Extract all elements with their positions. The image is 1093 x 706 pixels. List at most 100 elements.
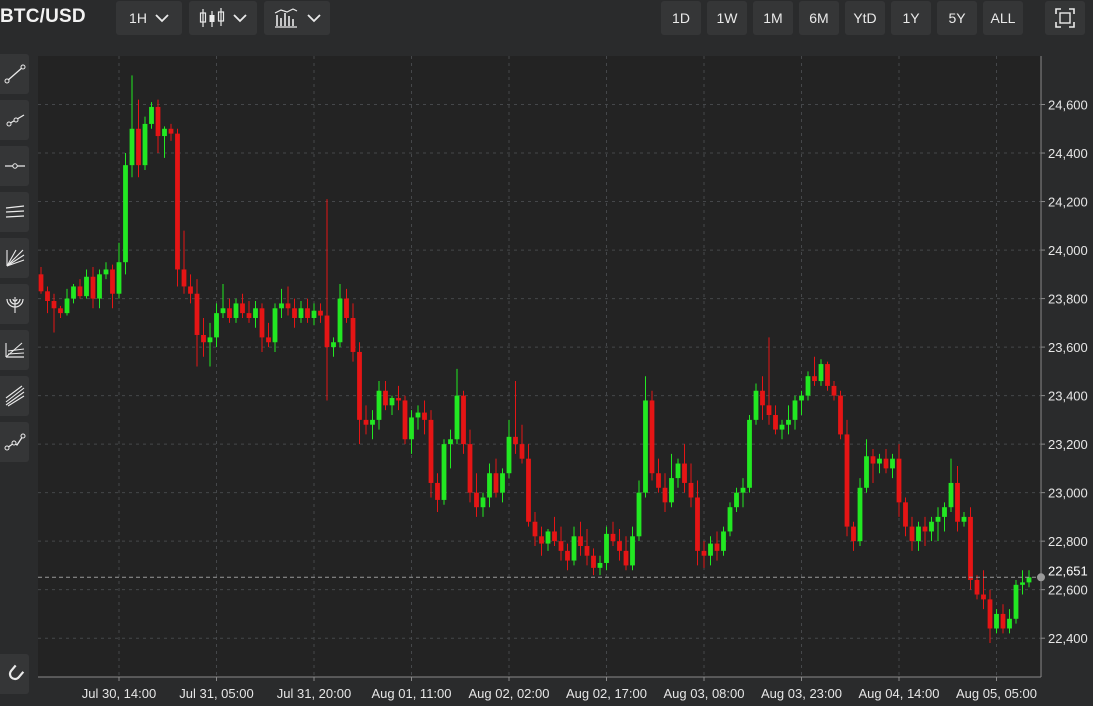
candle-body <box>532 521 538 537</box>
candle <box>747 415 752 493</box>
candle-body <box>467 444 473 493</box>
candle-body <box>428 419 434 483</box>
indicators-dropdown[interactable] <box>264 1 330 35</box>
candle-body <box>337 298 343 343</box>
candle-body <box>552 531 557 542</box>
candle-body <box>727 507 733 532</box>
range-1d-button[interactable]: 1D <box>661 1 701 35</box>
candle-body <box>194 293 200 335</box>
tool-pitchfork[interactable] <box>0 376 29 416</box>
fullscreen-button[interactable] <box>1045 1 1085 35</box>
candle-body <box>656 473 661 488</box>
y-tick-label: 24,200 <box>1048 195 1088 210</box>
range-1m-button[interactable]: 1M <box>753 1 793 35</box>
candle-body <box>279 303 284 309</box>
tool-ray[interactable] <box>0 100 29 140</box>
candle-body <box>357 351 362 420</box>
candle-body <box>45 291 50 302</box>
x-tick-label: Aug 05, 05:00 <box>956 686 1037 701</box>
chevron-down-icon <box>233 13 247 22</box>
horizontal-line-icon <box>4 163 25 169</box>
candle-body <box>786 419 791 425</box>
candle-body <box>103 269 109 275</box>
candle-body <box>831 385 837 396</box>
candlestick-chart[interactable]: 22,400 22,600 22,800 23,000 23,200 23,400 23,6… <box>38 44 1093 701</box>
candle-body <box>896 458 902 503</box>
candle-body <box>903 502 908 527</box>
x-tick-label: Aug 01, 11:00 <box>372 686 452 701</box>
candle-body <box>1000 613 1006 629</box>
candle-body <box>636 492 642 537</box>
candle-body <box>162 128 167 137</box>
tool-polyline[interactable] <box>0 422 29 462</box>
candle-body <box>708 543 713 556</box>
candle-body <box>454 395 460 440</box>
candle <box>844 419 850 537</box>
candle-body <box>383 390 388 406</box>
fibonacci-icon <box>4 342 24 358</box>
candle-body <box>474 492 479 508</box>
fan-icon <box>5 249 24 267</box>
x-tick-label: Aug 02, 02:00 <box>469 686 550 701</box>
chart-type-dropdown[interactable] <box>189 1 257 35</box>
ray-icon <box>6 114 24 127</box>
tool-horizontal-line[interactable] <box>0 146 29 186</box>
candle-body <box>799 395 804 401</box>
candle <box>402 395 408 445</box>
y-tick-label: 24,400 <box>1048 146 1088 161</box>
candle-body <box>987 599 993 629</box>
candle-body <box>240 303 245 314</box>
trend-line-icon <box>4 64 25 84</box>
candle-body <box>506 436 512 474</box>
candle-body <box>253 308 258 318</box>
candle-body <box>851 526 856 542</box>
tool-arc[interactable] <box>0 284 29 324</box>
candle-body <box>97 274 102 299</box>
candle-body <box>1020 582 1025 585</box>
candle-body <box>818 364 824 382</box>
candle-body <box>305 308 310 318</box>
candle-body <box>331 342 336 348</box>
candle-body <box>981 594 986 600</box>
candle-body <box>877 458 882 464</box>
candle-body <box>623 550 629 566</box>
tool-parallel-channel[interactable] <box>0 192 29 232</box>
candle-body <box>604 533 609 563</box>
tool-fan[interactable] <box>0 238 29 278</box>
candle-body <box>922 526 928 532</box>
candle-body <box>324 315 330 348</box>
candle-body <box>376 390 382 420</box>
range-1y-button[interactable]: 1Y <box>891 1 931 35</box>
range-ytd-button[interactable]: YtD <box>845 1 885 35</box>
range-5y-button[interactable]: 5Y <box>937 1 977 35</box>
y-tick-label: 23,600 <box>1048 340 1088 355</box>
candle-body <box>441 444 447 500</box>
candle-body <box>916 526 921 542</box>
candle-body <box>201 334 206 343</box>
fullscreen-icon <box>1055 8 1075 28</box>
y-tick-label: 22,400 <box>1048 631 1088 646</box>
polyline-icon <box>4 433 25 451</box>
candle-body <box>545 531 551 544</box>
candle-body <box>994 613 999 629</box>
price-chart[interactable]: 22,400 22,600 22,800 23,000 23,200 23,400 23,6… <box>38 44 1093 701</box>
tool-trend-line[interactable] <box>0 54 29 94</box>
range-1w-button[interactable]: 1W <box>707 1 747 35</box>
candle-body <box>844 434 850 527</box>
range-6m-button[interactable]: 6M <box>799 1 839 35</box>
tool-magnet[interactable] <box>0 654 29 694</box>
x-tick-label: Aug 03, 08:00 <box>664 686 745 701</box>
candle-body <box>747 419 752 488</box>
candle-body <box>259 308 265 338</box>
candle-body <box>591 555 596 568</box>
candle-body <box>929 521 934 532</box>
candle-body <box>558 541 564 551</box>
range-all-button[interactable]: ALL <box>983 1 1023 35</box>
candle-body <box>116 262 122 294</box>
candle-body <box>227 308 232 318</box>
interval-dropdown[interactable]: 1H <box>116 1 182 35</box>
tool-fibonacci[interactable] <box>0 330 29 370</box>
candle <box>857 478 863 547</box>
candle-body <box>77 286 83 297</box>
x-tick-label: Aug 04, 14:00 <box>859 686 940 701</box>
